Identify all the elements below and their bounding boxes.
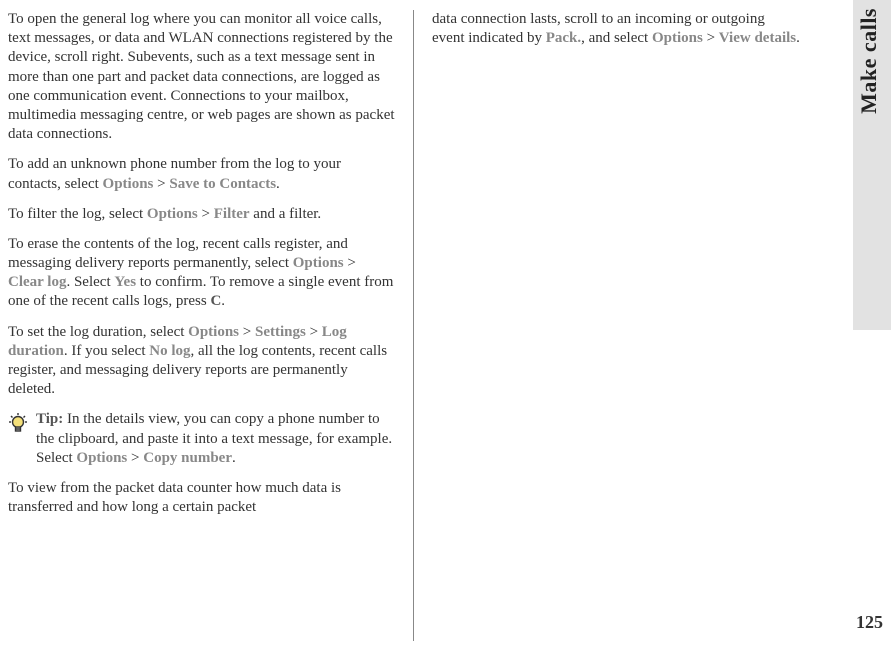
menu-path-text: Clear log [8, 274, 66, 290]
menu-path-text: Options [147, 206, 198, 222]
menu-path-text: Settings [255, 324, 306, 340]
column-left: To open the general log where you can mo… [8, 10, 413, 641]
paragraph: To erase the contents of the log, recent… [8, 235, 395, 312]
page-content: To open the general log where you can mo… [0, 0, 891, 651]
body-text: , and select [581, 30, 652, 46]
body-text: . [796, 30, 800, 46]
paragraph: To open the general log where you can mo… [8, 10, 395, 144]
body-text: To view from the packet data counter how… [8, 480, 341, 515]
menu-sep: > [239, 324, 255, 340]
menu-path-text: Options [188, 324, 239, 340]
body-text: . [232, 450, 236, 466]
tip-block: Tip: In the details view, you can copy a… [8, 410, 395, 468]
menu-sep: > [127, 450, 143, 466]
menu-sep: > [703, 30, 719, 46]
menu-sep: > [198, 206, 214, 222]
menu-path-text: Options [76, 450, 127, 466]
menu-path-text: Save to Contacts [169, 176, 276, 192]
lightbulb-icon [8, 410, 28, 438]
body-text: To filter the log, select [8, 206, 147, 222]
column-right: data connection lasts, scroll to an inco… [413, 10, 818, 641]
menu-sep: > [306, 324, 322, 340]
body-text: . Select [66, 274, 114, 290]
body-text: and a filter. [250, 206, 322, 222]
menu-path-text: Copy number [143, 450, 232, 466]
menu-path-text: Options [103, 176, 154, 192]
menu-path-text: Yes [114, 274, 136, 290]
paragraph: To view from the packet data counter how… [8, 479, 395, 517]
menu-path-text: Pack. [546, 30, 581, 46]
page-number: 125 [856, 612, 883, 633]
menu-path-text: Filter [214, 206, 250, 222]
paragraph: To set the log duration, select Options … [8, 323, 395, 400]
body-text: . If you select [64, 343, 149, 359]
menu-path-text: Options [652, 30, 703, 46]
menu-path-text: No log [149, 343, 190, 359]
body-text: To set the log duration, select [8, 324, 188, 340]
tip-text: Tip: In the details view, you can copy a… [36, 410, 395, 468]
paragraph: To add an unknown phone number from the … [8, 155, 395, 193]
menu-path-text: View details [719, 30, 796, 46]
tip-label: Tip: [36, 411, 67, 427]
section-tab-label: Make calls [856, 8, 891, 114]
menu-path-text: Options [293, 255, 344, 271]
key-label: C [210, 293, 221, 309]
paragraph: To filter the log, select Options > Filt… [8, 205, 395, 224]
body-text: . [276, 176, 280, 192]
body-text: To open the general log where you can mo… [8, 11, 395, 142]
menu-sep: > [153, 176, 169, 192]
paragraph: data connection lasts, scroll to an inco… [432, 10, 800, 48]
body-text: . [221, 293, 225, 309]
menu-sep: > [344, 255, 356, 271]
